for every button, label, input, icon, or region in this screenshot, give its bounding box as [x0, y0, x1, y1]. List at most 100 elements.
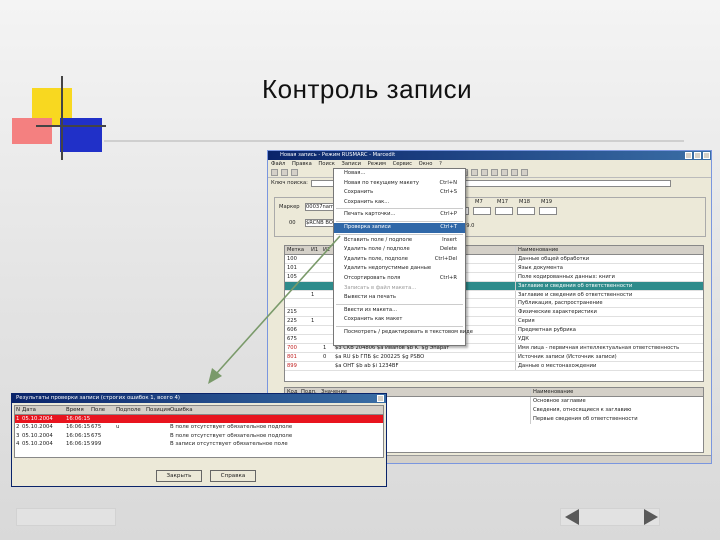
menu-item[interactable]: Печать карточки... Ctrl+P: [334, 210, 465, 220]
m7-select[interactable]: [473, 207, 491, 215]
deco-vertical-line: [61, 76, 63, 160]
close-button[interactable]: Закрыть: [156, 470, 202, 482]
table-row[interactable]: 801 0 $a RU $b ГПБ $c 200225 $g PSBO Источн…: [285, 352, 703, 362]
col-name[interactable]: Наименование: [515, 246, 703, 254]
menu-separator: [336, 303, 463, 305]
field-cell: 675: [91, 424, 102, 430]
menu-item[interactable]: Новая...: [334, 169, 465, 179]
results-grid-header: N Дата Время Поле Подполе Позиция Ошибка: [15, 406, 383, 415]
name-cell: Данные общей обработки: [515, 255, 703, 263]
save-icon[interactable]: [291, 169, 298, 176]
menu-item[interactable]: Сохранить Ctrl+S: [334, 188, 465, 198]
maximize-icon[interactable]: [694, 152, 701, 159]
name-cell: Публикация, распространение: [515, 299, 703, 308]
menu-item-label: Проверка записи: [344, 223, 391, 230]
close-icon[interactable]: [703, 152, 710, 159]
help-button[interactable]: Справка: [210, 470, 256, 482]
menu-item[interactable]: Посмотреть / редактировать в текстовом в…: [334, 328, 473, 338]
menu-item-label: Сохранить: [344, 189, 374, 196]
slide-nav-left-panel: [16, 508, 116, 526]
menu-item-label: Отсортировать поля: [344, 274, 401, 281]
menu-records[interactable]: Записи: [342, 161, 362, 167]
menu-item[interactable]: Записать в файл макета...: [334, 284, 465, 294]
menu-item[interactable]: Сохранить как...: [334, 198, 465, 208]
position-cell: [146, 423, 170, 432]
col-error[interactable]: Ошибка: [170, 406, 383, 414]
menu-item[interactable]: Новая по текущему макету Ctrl+N: [334, 179, 465, 189]
name-cell: Источник записи (Источник записи): [515, 352, 703, 361]
menu-file[interactable]: Файл: [271, 161, 285, 167]
dialog-close-icon[interactable]: [377, 395, 384, 402]
field-cell: 675: [91, 432, 102, 439]
i1-cell: [311, 335, 323, 343]
menu-help[interactable]: ?: [439, 161, 442, 167]
m18-select[interactable]: [517, 207, 535, 215]
i1-cell: [311, 264, 323, 272]
name-cell: Данные о местонахождении: [515, 361, 703, 370]
col-description[interactable]: Наименование: [530, 388, 703, 396]
tag-cell: [285, 299, 311, 307]
menu-item[interactable]: Вставить поле / подполе Insert: [334, 236, 465, 246]
col-pos[interactable]: Позиция: [146, 406, 170, 414]
menu-item[interactable]: Вывести на печать: [334, 293, 465, 303]
open-icon[interactable]: [281, 169, 288, 176]
description-cell: Основное заглавие: [530, 397, 703, 406]
menu-item[interactable]: Отсортировать поля Ctrl+R: [334, 274, 465, 284]
error-cell: В поле отсутствует обязательное подполе: [170, 424, 293, 430]
col-field[interactable]: Поле: [91, 406, 116, 414]
new-icon[interactable]: [271, 169, 278, 176]
menu-mode[interactable]: Режим: [368, 161, 386, 167]
time-cell: 16:06:15: [66, 432, 91, 439]
i1-cell: [311, 282, 323, 290]
menu-edit[interactable]: Правка: [292, 161, 312, 167]
menu-search[interactable]: Поиск: [318, 161, 334, 167]
list-item[interactable]: 1 05.10.2004 16:06:15: [15, 414, 383, 424]
list-item[interactable]: 2 05.10.2004 16:06:15 675 u В поле отсутствуе…: [15, 423, 383, 432]
menu-item[interactable]: Сохранить как макет: [334, 315, 465, 325]
m17-select[interactable]: [495, 207, 513, 215]
find-icon[interactable]: [481, 169, 488, 176]
menu-item-shortcut: Ctrl+N: [439, 179, 457, 186]
menu-item[interactable]: Удалить недопустимые данные: [334, 264, 465, 274]
search-label: Ключ поиска:: [271, 180, 308, 186]
col-tag[interactable]: Метка: [285, 246, 311, 254]
nav-first-icon[interactable]: [491, 169, 498, 176]
list-item[interactable]: 4 05.10.2004 16:06:15 999 В записи отсутству…: [15, 440, 383, 449]
time-cell: 16:06:15: [66, 441, 91, 447]
prev-slide-icon[interactable]: [565, 509, 579, 525]
col-time[interactable]: Время: [66, 406, 91, 414]
menu-item-shortcut: Ctrl+S: [440, 189, 457, 196]
menu-service[interactable]: Сервис: [393, 161, 412, 167]
nav-next-icon[interactable]: [511, 169, 518, 176]
col-n[interactable]: N: [15, 406, 22, 414]
i1-cell: [311, 255, 323, 263]
minimize-icon[interactable]: [685, 152, 692, 159]
col-sub[interactable]: Подполе: [116, 406, 146, 414]
menu-item-label: Сохранить как макет: [344, 316, 403, 323]
list-item[interactable]: 3 05.10.2004 16:06:15 675 В поле отсутствует…: [15, 432, 383, 441]
menu-item[interactable]: Удалить поле, подполе Ctrl+Del: [334, 255, 465, 265]
menu-item[interactable]: Удалить поле / подполе Delete: [334, 245, 465, 255]
menu-item-label: Вставить поле / подполе: [344, 236, 413, 243]
menu-item[interactable]: Проверка записи Ctrl+T: [334, 222, 465, 233]
field-cell: [91, 415, 116, 424]
menu-item-label: Новая по текущему макету: [344, 179, 419, 186]
menu-item-label: Удалить поле, подполе: [344, 255, 408, 262]
table-row[interactable]: 899 $a ОНТ $b ab $i 1234BF Данные о местон…: [285, 361, 703, 371]
menu-window[interactable]: Окно: [419, 161, 433, 167]
menu-item[interactable]: Ввести из макета...: [334, 306, 465, 316]
n-cell: 2: [16, 424, 20, 430]
m19-select[interactable]: [539, 207, 557, 215]
tag-cell: 606: [287, 327, 297, 334]
tag-cell: 101: [287, 264, 297, 271]
menu-item-label: Печать карточки...: [344, 211, 396, 218]
i2-cell: 0: [323, 353, 327, 360]
col-i1[interactable]: И1: [311, 246, 323, 254]
col-date[interactable]: Дата: [22, 406, 66, 414]
paste-icon[interactable]: [471, 169, 478, 176]
next-slide-icon[interactable]: [644, 509, 658, 525]
nav-prev-icon[interactable]: [501, 169, 508, 176]
nav-last-icon[interactable]: [521, 169, 528, 176]
deco-horizontal-line: [36, 125, 106, 127]
data-cell: $a RU $b ГПБ $c 200225 $g PSBO: [335, 353, 425, 360]
